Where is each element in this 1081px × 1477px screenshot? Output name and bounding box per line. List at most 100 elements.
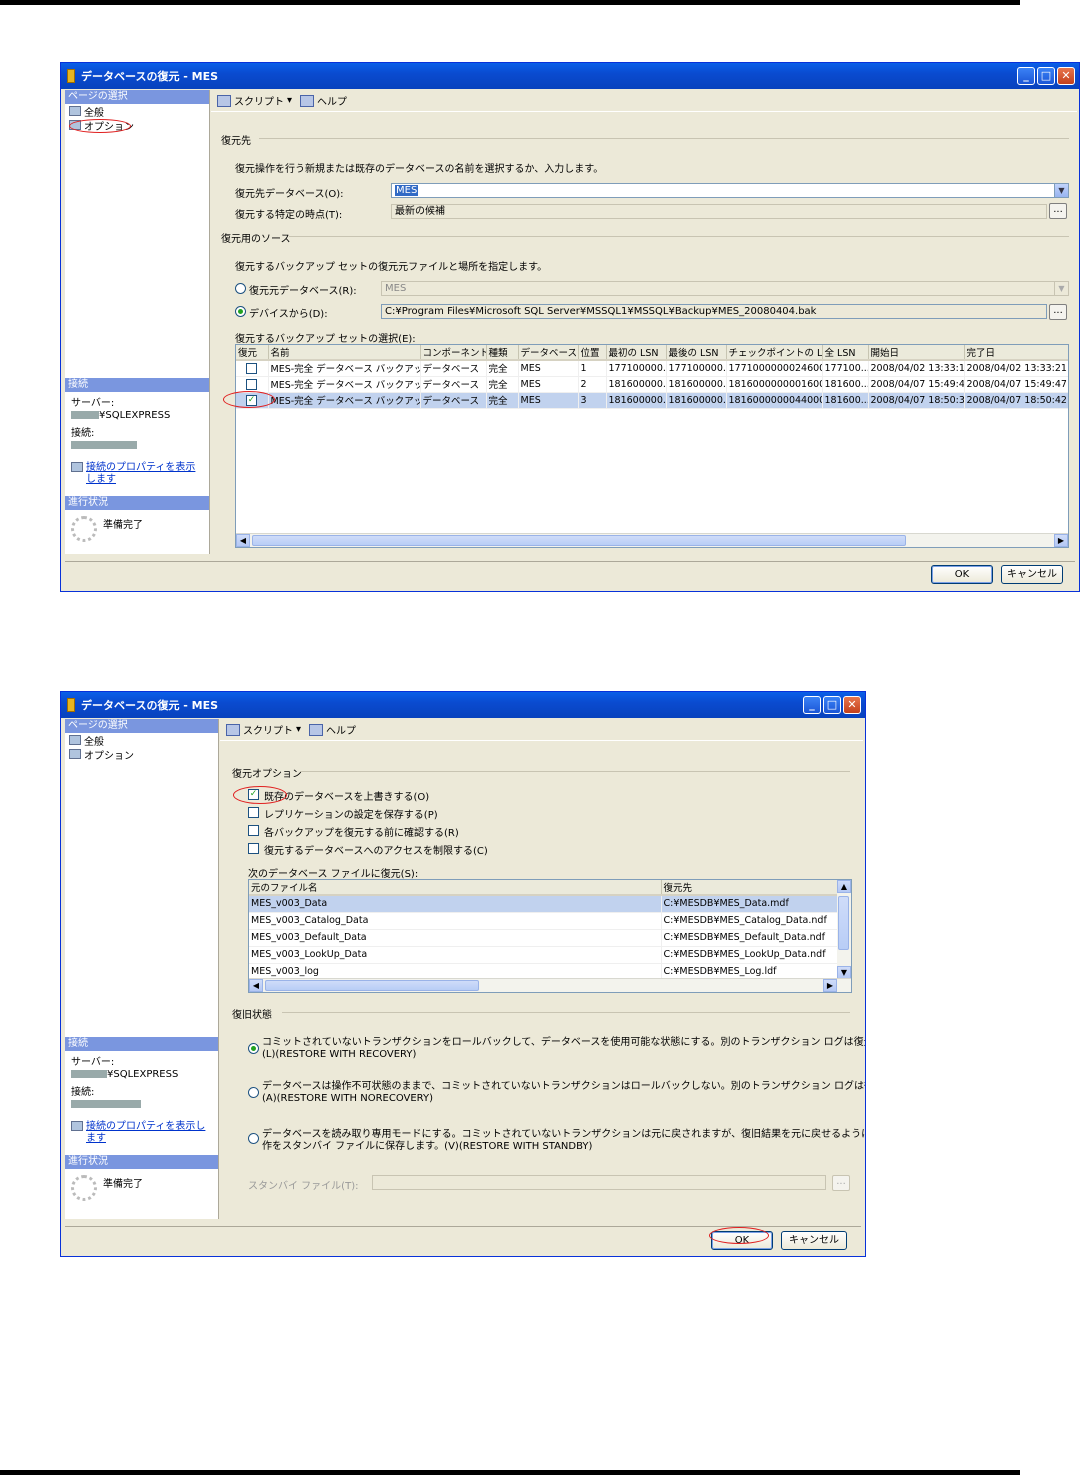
table-cell: 1771000000024600... bbox=[726, 360, 823, 377]
nav-general[interactable]: 全般 bbox=[65, 733, 218, 748]
restore-checkbox[interactable]: ✓ bbox=[246, 394, 257, 406]
column-header[interactable]: 開始日 bbox=[868, 345, 965, 361]
dest-db-combo[interactable]: MES ▼ bbox=[391, 183, 1069, 198]
from-device-label: デバイスから(D): bbox=[249, 309, 328, 320]
table-row[interactable]: MES_v003_Catalog_Data C:¥MESDB¥MES_Catalo… bbox=[249, 912, 838, 930]
table-cell: MES-完全 データベース バックアップ bbox=[268, 360, 421, 377]
restrict-access-checkbox[interactable] bbox=[248, 843, 259, 854]
help-button[interactable]: ヘルプ bbox=[309, 722, 356, 737]
minimize-button[interactable]: _ bbox=[803, 696, 821, 714]
scroll-left-icon[interactable]: ◀ bbox=[236, 534, 250, 547]
table-row[interactable]: MES-完全 データベース バックアップ データベース 完全 MES 1 17710000… bbox=[236, 360, 1068, 377]
table-cell: MES_v003_LookUp_Data bbox=[249, 946, 662, 964]
table-row[interactable]: MES_v003_Data C:¥MESDB¥MES_Data.mdf bbox=[249, 895, 838, 913]
scroll-right-icon[interactable]: ▶ bbox=[823, 979, 837, 992]
point-browse-button[interactable]: ... bbox=[1049, 203, 1067, 219]
scroll-up-icon[interactable]: ▲ bbox=[837, 880, 851, 893]
nav-general[interactable]: 全般 bbox=[65, 104, 209, 119]
files-grid[interactable]: 元のファイル名 復元先 MES_v003_Data C:¥MESDB¥MES_Dat… bbox=[248, 879, 852, 993]
restore-checkbox-cell[interactable] bbox=[236, 376, 269, 393]
table-cell: 3 bbox=[578, 392, 607, 409]
maximize-button[interactable]: □ bbox=[823, 696, 841, 714]
backup-sets-label: 復元するバックアップ セットの選択(E): bbox=[235, 334, 416, 345]
from-db-radio[interactable] bbox=[235, 283, 246, 294]
table-cell: 1816000000001600... bbox=[726, 376, 823, 393]
table-row[interactable]: MES_v003_LookUp_Data C:¥MESDB¥MES_LookUp_… bbox=[249, 946, 838, 964]
overwrite-checkbox[interactable]: ✓ bbox=[248, 789, 259, 800]
column-header[interactable]: 全 LSN bbox=[822, 345, 869, 361]
restore-checkbox-cell[interactable]: ✓ bbox=[236, 392, 269, 409]
script-button[interactable]: スクリプト ▾ bbox=[226, 722, 301, 737]
table-cell: MES bbox=[518, 392, 579, 409]
table-cell: 完全 bbox=[486, 376, 519, 393]
norecovery-radio[interactable] bbox=[248, 1087, 259, 1098]
connection-properties-link[interactable]: 接続のプロパティを表示します bbox=[86, 1121, 206, 1145]
scroll-thumb[interactable] bbox=[838, 896, 849, 950]
from-db-label: 復元元データベース(R): bbox=[249, 286, 357, 297]
minimize-button[interactable]: _ bbox=[1017, 67, 1035, 85]
overwrite-label: 既存のデータベースを上書きする(O) bbox=[264, 792, 430, 803]
script-button[interactable]: スクリプト ▾ bbox=[217, 93, 292, 108]
title-bar[interactable]: データベースの復元 - MES _ □ ✕ bbox=[61, 63, 1079, 89]
nav-options[interactable]: オプション bbox=[65, 747, 218, 762]
standby-radio[interactable] bbox=[248, 1133, 259, 1144]
connection-label: 接続: bbox=[71, 428, 95, 439]
maximize-button[interactable]: □ bbox=[1037, 67, 1055, 85]
divider bbox=[259, 138, 1069, 139]
standby-browse-button: ... bbox=[832, 1175, 850, 1191]
table-cell: MES-完全 データベース バックアップ bbox=[268, 392, 421, 409]
table-cell: C:¥MESDB¥MES_Data.mdf bbox=[661, 895, 838, 913]
prompt-checkbox[interactable] bbox=[248, 825, 259, 836]
ok-button[interactable]: OK bbox=[711, 1231, 773, 1250]
column-header[interactable]: 復元 bbox=[236, 345, 269, 361]
cancel-button[interactable]: キャンセル bbox=[781, 1231, 847, 1250]
title-bar[interactable]: データベースの復元 - MES _ □ ✕ bbox=[61, 692, 865, 718]
horizontal-scrollbar[interactable]: ◀ ▶ bbox=[236, 533, 1068, 547]
vertical-scrollbar[interactable]: ▲ ▼ bbox=[837, 880, 851, 980]
nav-options-label: オプション bbox=[84, 121, 134, 133]
table-cell: 2008/04/02 13:33:21 bbox=[964, 360, 1068, 377]
close-button[interactable]: ✕ bbox=[843, 696, 861, 714]
from-device-radio[interactable] bbox=[235, 306, 246, 317]
recovery-radio[interactable] bbox=[248, 1043, 259, 1054]
table-row[interactable]: MES-完全 データベース バックアップ データベース 完全 MES 2 18160000… bbox=[236, 376, 1068, 393]
connection-properties-link[interactable]: 接続のプロパティを表示します bbox=[86, 462, 196, 486]
restore-checkbox[interactable] bbox=[246, 362, 257, 374]
column-header[interactable]: 復元先 bbox=[661, 880, 838, 896]
help-button[interactable]: ヘルプ bbox=[300, 93, 347, 108]
ok-button[interactable]: OK bbox=[931, 565, 993, 584]
restore-checkbox-cell[interactable] bbox=[236, 360, 269, 377]
table-row[interactable]: MES_v003_Default_Data C:¥MESDB¥MES_Defaul… bbox=[249, 929, 838, 947]
divider bbox=[300, 771, 850, 772]
column-header[interactable]: 位置 bbox=[578, 345, 607, 361]
column-header[interactable]: 最後の LSN bbox=[666, 345, 727, 361]
keep-replication-checkbox[interactable] bbox=[248, 807, 259, 818]
scroll-left-icon[interactable]: ◀ bbox=[249, 979, 263, 992]
column-header[interactable]: コンポーネント bbox=[420, 345, 487, 361]
column-header[interactable]: 完了日 bbox=[964, 345, 1068, 361]
column-header[interactable]: データベース bbox=[518, 345, 579, 361]
restore-checkbox[interactable] bbox=[246, 378, 257, 390]
column-header[interactable]: 名前 bbox=[268, 345, 421, 361]
norecovery-option-text: データベースは操作不可状態のままで、コミットされていないトランザクションはロール… bbox=[262, 1081, 865, 1105]
backup-sets-grid[interactable]: 復元 名前 コンポーネント 種類 データベース 位置 最初の LSN 最後の LSN チェックポ… bbox=[235, 344, 1069, 548]
table-row[interactable]: ✓ MES-完全 データベース バックアップ データベース 完全 MES 3 1816000… bbox=[236, 392, 1068, 409]
scroll-right-icon[interactable]: ▶ bbox=[1054, 534, 1068, 547]
nav-options[interactable]: オプション bbox=[65, 118, 209, 133]
restore-dialog-options: データベースの復元 - MES _ □ ✕ ページの選択 全般 オプション 接続… bbox=[60, 691, 866, 1257]
chevron-down-icon[interactable]: ▼ bbox=[1054, 184, 1068, 197]
close-button[interactable]: ✕ bbox=[1057, 67, 1075, 85]
horizontal-scrollbar[interactable]: ◀ ▶ bbox=[249, 978, 851, 992]
table-cell: 2008/04/07 18:50:38 bbox=[868, 392, 965, 409]
scroll-thumb[interactable] bbox=[265, 980, 479, 991]
device-browse-button[interactable]: ... bbox=[1049, 304, 1067, 320]
dropdown-arrow-icon: ▾ bbox=[287, 95, 293, 106]
scroll-thumb[interactable] bbox=[252, 535, 906, 546]
column-header[interactable]: 元のファイル名 bbox=[249, 880, 662, 896]
column-header[interactable]: 種類 bbox=[486, 345, 519, 361]
point-label: 復元する特定の時点(T): bbox=[235, 210, 343, 221]
column-header[interactable]: 最初の LSN bbox=[606, 345, 667, 361]
table-cell: 1816000000044000... bbox=[726, 392, 823, 409]
cancel-button[interactable]: キャンセル bbox=[1001, 565, 1063, 584]
column-header[interactable]: チェックポイントの LSN bbox=[726, 345, 823, 361]
